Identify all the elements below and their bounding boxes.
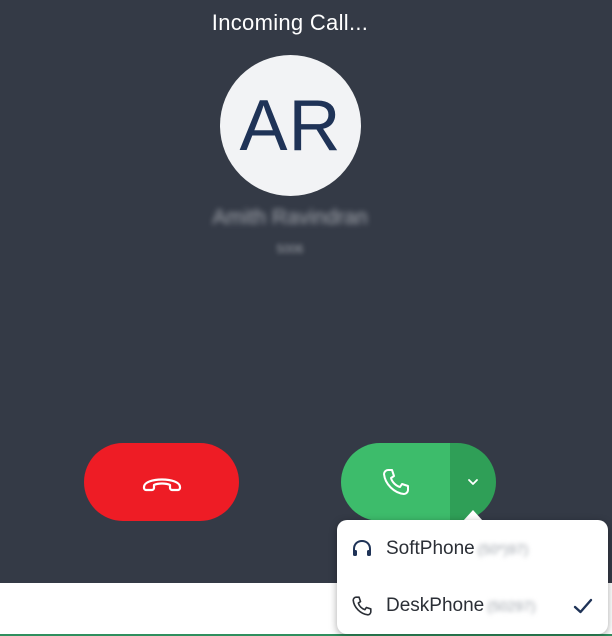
decline-call-button[interactable] [84,443,239,521]
phone-icon [351,595,373,617]
caller-extension: 5006 [276,242,304,256]
answer-device-menu: SoftPhone (50*)97) DeskPhone (50297) [337,520,608,634]
answer-call-button[interactable] [341,443,450,521]
menu-item-label: SoftPhone [386,537,475,559]
menu-item-deskphone[interactable]: DeskPhone (50297) [337,577,608,634]
hang-up-icon [142,478,181,492]
caller-name: Amith Ravindran [212,206,368,229]
menu-item-label: DeskPhone [386,594,485,616]
chevron-down-icon [468,479,478,485]
menu-item-extension: (50297) [487,597,536,614]
call-status-text: Incoming Call... [211,10,369,35]
incoming-call-screen: Incoming Call... AR Amith Ravindran 5006 [0,0,612,636]
headset-icon [351,538,373,560]
avatar-initials: AR [239,85,342,166]
checkmark-icon [573,598,593,614]
menu-item-extension: (50*)97) [477,540,529,557]
avatar: AR [220,55,361,196]
call-panel: Incoming Call... AR Amith Ravindran 5006 [0,0,612,583]
menu-item-softphone[interactable]: SoftPhone (50*)97) [337,520,608,577]
phone-icon [382,469,409,495]
